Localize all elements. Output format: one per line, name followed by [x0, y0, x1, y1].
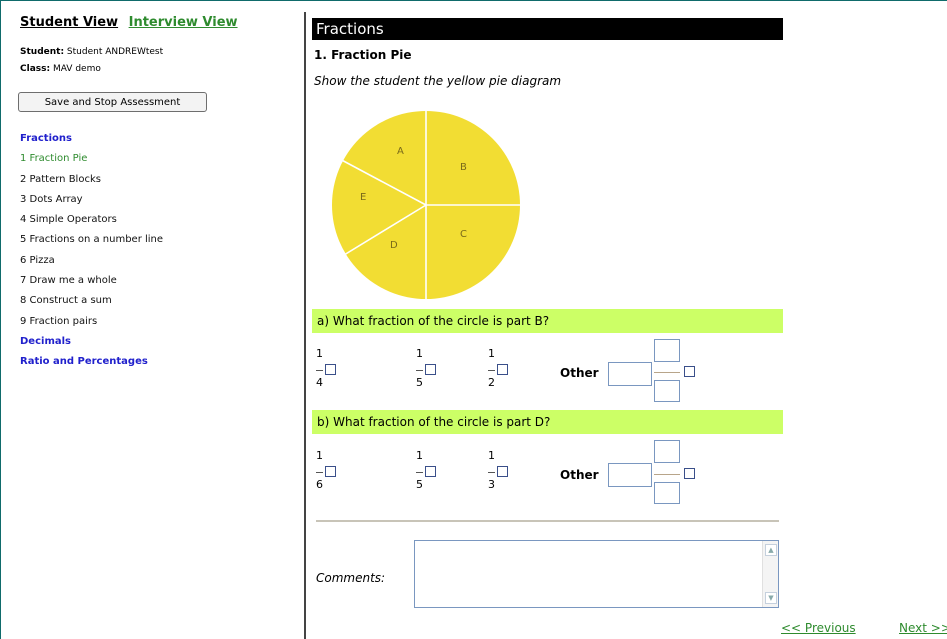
answer-b-1-5-checkbox[interactable] — [425, 466, 436, 477]
answer-a-1-4-checkbox[interactable] — [325, 364, 336, 375]
denominator: 3 — [488, 478, 495, 491]
next-link[interactable]: Next >> — [899, 621, 947, 635]
pie-label-b: B — [460, 162, 467, 173]
nav-section-decimals[interactable]: Decimals — [20, 332, 163, 352]
other-label-b: Other — [560, 468, 599, 482]
nav-item-simple-operators[interactable]: 4 Simple Operators — [20, 210, 163, 230]
other-a-numerator-input[interactable] — [654, 339, 680, 362]
nav-item-fraction-pie[interactable]: 1 Fraction Pie — [20, 149, 163, 169]
section-separator — [316, 520, 779, 522]
pie-label-e: E — [360, 192, 366, 203]
numerator: 1 — [488, 449, 495, 462]
pie-label-c: C — [460, 229, 467, 240]
nav-item-draw-whole[interactable]: 7 Draw me a whole — [20, 271, 163, 291]
question-a-bar: a) What fraction of the circle is part B… — [312, 309, 783, 333]
answer-b-1-3-checkbox[interactable] — [497, 466, 508, 477]
save-and-stop-button[interactable]: Save and Stop Assessment — [18, 92, 207, 112]
nav-item-dots-array[interactable]: 3 Dots Array — [20, 190, 163, 210]
answer-b-1-5: 1 5 — [416, 449, 446, 497]
comments-scrollbar[interactable]: ▲ ▼ — [762, 541, 778, 607]
student-view-link[interactable]: Student View — [20, 15, 118, 30]
window-frame-left — [0, 0, 1, 639]
other-a-fraction-bar — [654, 372, 680, 373]
instruction-text: Show the student the yellow pie diagram — [314, 74, 562, 88]
fraction-bar — [316, 472, 323, 473]
interview-view-link[interactable]: Interview View — [129, 15, 238, 30]
denominator: 5 — [416, 478, 423, 491]
scroll-up-icon[interactable]: ▲ — [765, 544, 777, 556]
answer-a-1-5: 1 5 — [416, 347, 446, 395]
nav-section-fractions[interactable]: Fractions — [20, 129, 163, 149]
class-name: MAV demo — [52, 64, 101, 74]
answer-b-1-6-checkbox[interactable] — [325, 466, 336, 477]
panel-divider — [304, 12, 306, 639]
numerator: 1 — [416, 449, 423, 462]
nav-item-pizza[interactable]: 6 Pizza — [20, 251, 163, 271]
answer-b-1-6: 1 6 — [316, 449, 346, 497]
comments-label: Comments: — [316, 571, 386, 585]
class-label: Class: — [20, 64, 51, 74]
numerator: 1 — [416, 347, 423, 360]
other-b-numerator-input[interactable] — [654, 440, 680, 463]
answer-b-1-3: 1 3 — [488, 449, 518, 497]
question-title: 1. Fraction Pie — [314, 48, 412, 62]
answer-a-1-5-checkbox[interactable] — [425, 364, 436, 375]
other-b-checkbox[interactable] — [684, 468, 695, 479]
numerator: 1 — [316, 449, 323, 462]
denominator: 5 — [416, 376, 423, 389]
denominator: 6 — [316, 478, 323, 491]
other-b-whole-input[interactable] — [608, 463, 652, 487]
answer-a-1-4: 1 4 — [316, 347, 346, 395]
nav-item-fraction-pairs[interactable]: 9 Fraction pairs — [20, 312, 163, 332]
other-a-whole-input[interactable] — [608, 362, 652, 386]
numerator: 1 — [316, 347, 323, 360]
other-a-denominator-input[interactable] — [654, 380, 680, 402]
student-info: Student: Student ANDREWtest — [20, 47, 163, 57]
nav-item-pattern-blocks[interactable]: 2 Pattern Blocks — [20, 170, 163, 190]
section-header: Fractions — [312, 18, 783, 40]
comments-textarea[interactable]: ▲ ▼ — [414, 540, 779, 608]
denominator: 2 — [488, 376, 495, 389]
other-label-a: Other — [560, 366, 599, 380]
fraction-bar — [488, 370, 495, 371]
numerator: 1 — [488, 347, 495, 360]
answer-a-1-2-checkbox[interactable] — [497, 364, 508, 375]
scroll-down-icon[interactable]: ▼ — [765, 592, 777, 604]
other-a-checkbox[interactable] — [684, 366, 695, 377]
view-switcher: Student View Interview View — [20, 15, 238, 30]
question-b-bar: b) What fraction of the circle is part D… — [312, 410, 783, 434]
fraction-bar — [488, 472, 495, 473]
other-b-denominator-input[interactable] — [654, 482, 680, 504]
window-frame-top — [0, 0, 947, 1]
pie-label-a: A — [397, 146, 404, 157]
fraction-bar — [416, 472, 423, 473]
denominator: 4 — [316, 376, 323, 389]
fraction-bar — [416, 370, 423, 371]
fraction-bar — [316, 370, 323, 371]
fraction-pie-diagram: A B C D E — [332, 111, 520, 299]
answer-a-1-2: 1 2 — [488, 347, 518, 395]
assessment-nav: Fractions 1 Fraction Pie 2 Pattern Block… — [20, 129, 163, 373]
pie-label-d: D — [390, 240, 398, 251]
previous-link[interactable]: << Previous — [781, 621, 856, 635]
nav-item-number-line[interactable]: 5 Fractions on a number line — [20, 230, 163, 250]
other-b-fraction-bar — [654, 474, 680, 475]
nav-item-construct-sum[interactable]: 8 Construct a sum — [20, 291, 163, 311]
student-name: Student ANDREWtest — [66, 47, 164, 57]
student-label: Student: — [20, 47, 65, 57]
nav-section-ratio[interactable]: Ratio and Percentages — [20, 352, 163, 372]
class-info: Class: MAV demo — [20, 64, 101, 74]
